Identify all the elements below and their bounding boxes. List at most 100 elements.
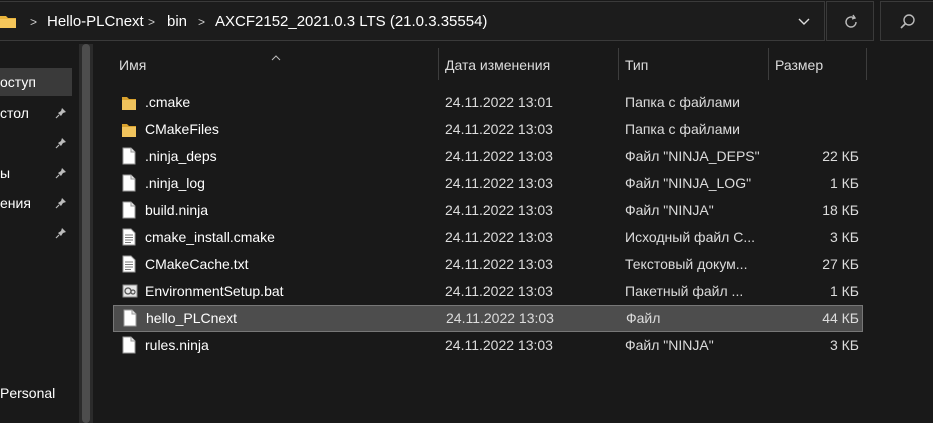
file-name[interactable]: CMakeCache.txt	[145, 256, 248, 272]
file-size: 3 КБ	[829, 229, 859, 245]
nav-item-label: Personal	[0, 385, 56, 401]
breadcrumb-separator: >	[148, 15, 156, 29]
folder-icon	[122, 93, 136, 114]
breadcrumb-separator: >	[30, 15, 38, 29]
nav-item-desktop[interactable]: стол	[0, 99, 72, 127]
scrollbar-thumb[interactable]	[82, 44, 90, 423]
file-type: Папка с файлами	[625, 94, 740, 110]
file-date-modified: 24.11.2022 13:03	[445, 175, 553, 191]
column-header-label: Тип	[625, 57, 649, 73]
breadcrumb-current-folder[interactable]: AXCF2152_2021.0.3 LTS (21.0.3.35554)	[215, 13, 487, 30]
navigation-pane: оступ стол ы ения Personal	[0, 44, 72, 423]
file-type: Файл "NINJA_DEPS"	[625, 148, 760, 164]
pin-icon	[55, 106, 67, 122]
batch-file-icon	[122, 282, 138, 303]
file-row[interactable]: .ninja_deps 24.11.2022 13:03 Файл "NINJA_D…	[113, 143, 863, 170]
file-date-modified: 24.11.2022 13:03	[445, 202, 553, 218]
file-type: Исходный файл C...	[625, 229, 756, 245]
file-name[interactable]: .ninja_deps	[145, 148, 217, 164]
refresh-button[interactable]	[826, 1, 874, 41]
file-date-modified: 24.11.2022 13:03	[446, 310, 554, 326]
file-name[interactable]: hello_PLCnext	[146, 310, 237, 326]
file-icon	[122, 174, 136, 195]
file-type: Текстовый докум...	[625, 256, 748, 272]
pin-icon	[55, 166, 67, 182]
file-icon	[123, 309, 137, 330]
file-row[interactable]: rules.ninja 24.11.2022 13:03 Файл "NINJA" 3…	[113, 332, 863, 359]
file-size: 1 КБ	[829, 283, 859, 299]
pane-divider	[72, 44, 79, 423]
column-header-label: Имя	[119, 57, 147, 73]
search-icon	[900, 14, 915, 29]
nav-scrollbar[interactable]	[79, 44, 93, 423]
breadcrumb-bin[interactable]: bin	[167, 13, 187, 30]
file-date-modified: 24.11.2022 13:03	[445, 229, 553, 245]
pin-icon	[55, 136, 67, 152]
file-list: Имя Дата изменения Тип Размер .cmake 24.1…	[93, 44, 933, 423]
column-header-date[interactable]: Дата изменения	[439, 44, 619, 84]
column-header-label: Дата изменения	[445, 57, 551, 73]
nav-item-label: ы	[0, 165, 11, 181]
file-date-modified: 24.11.2022 13:01	[445, 94, 553, 110]
address-bar[interactable]: > Hello-PLCnext > bin > AXCF2152_2021.0.…	[0, 1, 825, 41]
file-date-modified: 24.11.2022 13:03	[445, 121, 553, 137]
nav-item-pinned[interactable]	[0, 219, 72, 247]
refresh-icon	[845, 14, 857, 28]
file-date-modified: 24.11.2022 13:03	[445, 337, 553, 353]
file-icon	[122, 336, 136, 357]
file-type: Файл "NINJA"	[625, 202, 714, 218]
file-size: 18 КБ	[822, 202, 859, 218]
file-row[interactable]: hello_PLCnext 24.11.2022 13:03 Файл 44 КБ	[113, 305, 863, 332]
file-name[interactable]: CMakeFiles	[145, 121, 219, 137]
file-row[interactable]: cmake_install.cmake 24.11.2022 13:03 Исход…	[113, 224, 863, 251]
column-header-label: Размер	[775, 57, 824, 73]
file-name[interactable]: EnvironmentSetup.bat	[145, 283, 284, 299]
breadcrumb-separator: >	[198, 15, 206, 29]
file-name[interactable]: .ninja_log	[145, 175, 205, 191]
file-date-modified: 24.11.2022 13:03	[445, 148, 553, 164]
folder-icon	[122, 120, 136, 141]
file-date-modified: 24.11.2022 13:03	[445, 256, 553, 272]
file-type: Файл "NINJA_LOG"	[625, 175, 752, 191]
file-type: Файл	[626, 310, 661, 326]
nav-item-documents[interactable]: ы	[0, 159, 72, 187]
file-size: 1 КБ	[829, 175, 859, 191]
column-header-type[interactable]: Тип	[619, 44, 769, 84]
file-row[interactable]: CMakeFiles 24.11.2022 13:03 Папка с файлам…	[113, 116, 863, 143]
nav-item-onedrive-personal[interactable]: Personal	[0, 379, 72, 407]
pin-icon	[55, 196, 67, 212]
folder-icon	[0, 14, 16, 33]
address-toolbar: > Hello-PLCnext > bin > AXCF2152_2021.0.…	[0, 0, 933, 44]
file-type: Файл "NINJA"	[625, 337, 714, 353]
file-name[interactable]: .cmake	[145, 94, 190, 110]
file-type: Пакетный файл ...	[625, 283, 744, 299]
nav-item-quick-access[interactable]: оступ	[0, 68, 72, 96]
file-type: Папка с файлами	[625, 121, 740, 137]
column-header-size[interactable]: Размер	[769, 44, 867, 84]
search-box[interactable]	[880, 1, 933, 41]
pin-icon	[55, 226, 67, 242]
file-icon	[122, 201, 136, 222]
file-row[interactable]: CMakeCache.txt 24.11.2022 13:03 Текстовый …	[113, 251, 863, 278]
chevron-down-icon[interactable]	[797, 14, 811, 31]
file-name[interactable]: rules.ninja	[145, 337, 209, 353]
file-date-modified: 24.11.2022 13:03	[445, 283, 553, 299]
file-size: 27 КБ	[822, 256, 859, 272]
column-header-name[interactable]: Имя	[113, 44, 439, 84]
nav-item-pictures[interactable]: ения	[0, 189, 72, 217]
file-row[interactable]: EnvironmentSetup.bat 24.11.2022 13:03 Паке…	[113, 278, 863, 305]
file-name[interactable]: build.ninja	[145, 202, 208, 218]
file-name[interactable]: cmake_install.cmake	[145, 229, 275, 245]
file-row[interactable]: .ninja_log 24.11.2022 13:03 Файл "NINJA_LO…	[113, 170, 863, 197]
file-size: 22 КБ	[822, 148, 859, 164]
file-size: 3 КБ	[829, 337, 859, 353]
file-row[interactable]: build.ninja 24.11.2022 13:03 Файл "NINJA" 1…	[113, 197, 863, 224]
file-row[interactable]: .cmake 24.11.2022 13:01 Папка с файлами	[113, 89, 863, 116]
text-file-icon	[122, 228, 136, 249]
nav-item-label: ения	[0, 195, 31, 211]
text-file-icon	[122, 255, 136, 276]
nav-item-downloads[interactable]	[0, 129, 72, 157]
file-size: 44 КБ	[822, 310, 859, 326]
column-headers: Имя Дата изменения Тип Размер	[93, 44, 933, 84]
breadcrumb-hello-plcnext[interactable]: Hello-PLCnext	[47, 13, 144, 30]
